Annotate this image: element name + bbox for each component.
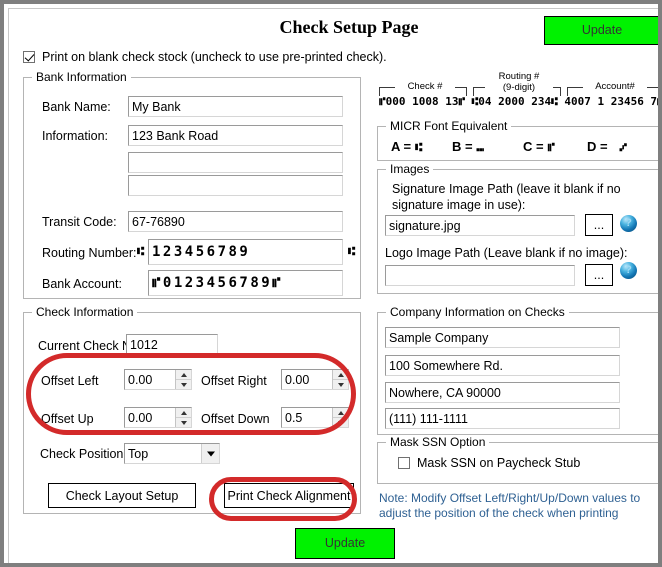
offset-down-decrement-button[interactable] [333, 417, 348, 427]
check-position-value: Top [125, 444, 201, 463]
routing-number-bracket-label-line2: (9-digit) [485, 82, 553, 93]
check-number-bracket-label: Check # [395, 81, 455, 92]
offset-left-label: Offset Left [41, 374, 98, 388]
offset-up-stepper[interactable]: 0.00 [124, 407, 192, 428]
offset-down-label: Offset Down [201, 412, 270, 426]
micr-equivalent-d: D = ⑇ [587, 139, 627, 154]
routing-number-bracket-label-line1: Routing # [485, 71, 553, 82]
signature-browse-button[interactable]: ... [585, 214, 613, 236]
offset-up-value[interactable]: 0.00 [125, 408, 175, 427]
offset-left-value[interactable]: 0.00 [125, 370, 175, 389]
bank-information-label: Information: [42, 129, 108, 143]
company-information-legend: Company Information on Checks [386, 305, 569, 319]
transit-code-label: Transit Code: [42, 215, 117, 229]
micr-equivalent-a: A = ⑆ [391, 139, 422, 154]
current-check-no-input[interactable]: 1012 [126, 334, 218, 355]
micr-equivalent-c: C = ⑈ [523, 139, 555, 154]
micr-sample-line: ⑈000 1008 13⑈ ⑆04 2000 234⑆ 4007 1 23456… [379, 95, 661, 108]
account-number-bracket-label: Account# [583, 81, 647, 92]
bank-account-label: Bank Account: [42, 277, 122, 291]
logo-path-input[interactable] [385, 265, 575, 286]
offset-right-value[interactable]: 0.00 [282, 370, 332, 389]
micr-equivalent-a-letter: A = [391, 139, 411, 154]
micr-symbol-c-icon: ⑈ [548, 140, 555, 154]
print-blank-check-stock-row[interactable]: Print on blank check stock (uncheck to u… [23, 50, 387, 64]
bank-information-line1-input[interactable]: 123 Bank Road [128, 125, 343, 146]
images-legend: Images [386, 162, 433, 176]
bank-name-input[interactable]: My Bank [128, 96, 343, 117]
print-check-alignment-button[interactable]: Print Check Alignment [224, 483, 354, 508]
offset-right-stepper-buttons[interactable] [332, 370, 348, 389]
bank-information-group: Bank Information Bank Name: My Bank Info… [23, 77, 361, 299]
chevron-down-icon[interactable] [201, 444, 219, 463]
mask-ssn-label: Mask SSN on Paycheck Stub [417, 456, 580, 470]
transit-code-input[interactable]: 67-76890 [128, 211, 343, 232]
check-setup-window: Check Setup Page Update Print on blank c… [0, 0, 662, 567]
offset-left-stepper[interactable]: 0.00 [124, 369, 192, 390]
offset-down-stepper[interactable]: 0.5 [281, 407, 349, 428]
micr-font-equivalent-legend: MICR Font Equivalent [386, 119, 511, 133]
signature-path-label-line1: Signature Image Path (leave it blank if … [392, 182, 621, 196]
mask-ssn-row[interactable]: Mask SSN on Paycheck Stub [398, 456, 580, 470]
micr-equivalent-b-letter: B = [452, 139, 473, 154]
offset-right-label: Offset Right [201, 374, 267, 388]
company-line4-input[interactable]: (111) 111-1111 [385, 408, 620, 429]
routing-number-label: Routing Number: [42, 246, 137, 260]
signature-path-input[interactable]: signature.jpg [385, 215, 575, 236]
logo-path-label: Logo Image Path (Leave blank if no image… [385, 246, 628, 260]
offset-up-stepper-buttons[interactable] [175, 408, 191, 427]
bank-information-line3-input[interactable] [128, 175, 343, 196]
company-line3-input[interactable]: Nowhere, CA 90000 [385, 382, 620, 403]
offset-right-increment-button[interactable] [333, 370, 348, 379]
logo-browse-button[interactable]: ... [585, 264, 613, 286]
bank-account-input[interactable]: ⑈0123456789⑈ [148, 270, 343, 296]
bank-information-line2-input[interactable] [128, 152, 343, 173]
micr-equivalent-b: B = ⑉ [452, 139, 484, 154]
logo-help-icon[interactable] [620, 262, 637, 279]
offset-up-label: Offset Up [41, 412, 94, 426]
print-blank-check-stock-label: Print on blank check stock (uncheck to u… [42, 50, 387, 64]
check-position-dropdown[interactable]: Top [124, 443, 220, 464]
window-client-area: Check Setup Page Update Print on blank c… [8, 8, 662, 567]
offset-down-stepper-buttons[interactable] [332, 408, 348, 427]
page-title: Check Setup Page [204, 17, 494, 38]
check-layout-setup-button[interactable]: Check Layout Setup [48, 483, 196, 508]
update-button-bottom[interactable]: Update [295, 528, 395, 559]
micr-equivalent-c-letter: C = [523, 139, 544, 154]
bank-name-label: Bank Name: [42, 100, 111, 114]
company-information-group: Company Information on Checks Sample Com… [377, 312, 661, 435]
check-position-label: Check Position [40, 447, 123, 461]
routing-number-input[interactable]: 123456789 [148, 239, 343, 265]
offset-down-value[interactable]: 0.5 [282, 408, 332, 427]
offset-left-increment-button[interactable] [176, 370, 191, 379]
routing-suffix-micr-symbol-icon: ⑆ [348, 244, 355, 258]
offset-up-decrement-button[interactable] [176, 417, 191, 427]
offset-right-stepper[interactable]: 0.00 [281, 369, 349, 390]
offset-up-increment-button[interactable] [176, 408, 191, 417]
mask-ssn-checkbox[interactable] [398, 457, 410, 469]
micr-symbol-a-icon: ⑆ [415, 140, 422, 154]
micr-equivalent-d-letter: D = [587, 139, 608, 154]
offset-down-increment-button[interactable] [333, 408, 348, 417]
routing-prefix-micr-symbol-icon: ⑆ [137, 244, 144, 258]
update-button-top[interactable]: Update [544, 16, 660, 45]
print-blank-check-stock-checkbox[interactable] [23, 51, 35, 63]
offset-left-decrement-button[interactable] [176, 379, 191, 389]
micr-symbol-b-icon: ⑉ [477, 140, 484, 154]
offset-right-decrement-button[interactable] [333, 379, 348, 389]
mask-ssn-group: Mask SSN Option Mask SSN on Paycheck Stu… [377, 442, 661, 484]
company-line1-input[interactable]: Sample Company [385, 327, 620, 348]
company-line2-input[interactable]: 100 Somewhere Rd. [385, 355, 620, 376]
micr-symbol-d-icon: ⑇ [620, 140, 627, 154]
offset-left-stepper-buttons[interactable] [175, 370, 191, 389]
check-information-group: Check Information Current Check No: 1012… [23, 312, 361, 514]
check-information-legend: Check Information [32, 305, 137, 319]
mask-ssn-legend: Mask SSN Option [386, 435, 489, 449]
signature-path-label-line2: signature image in use): [392, 198, 525, 212]
images-group: Images Signature Image Path (leave it bl… [377, 169, 661, 294]
bank-information-legend: Bank Information [32, 70, 131, 84]
signature-help-icon[interactable] [620, 215, 637, 232]
offset-note-text: Note: Modify Offset Left/Right/Up/Down v… [379, 491, 659, 521]
